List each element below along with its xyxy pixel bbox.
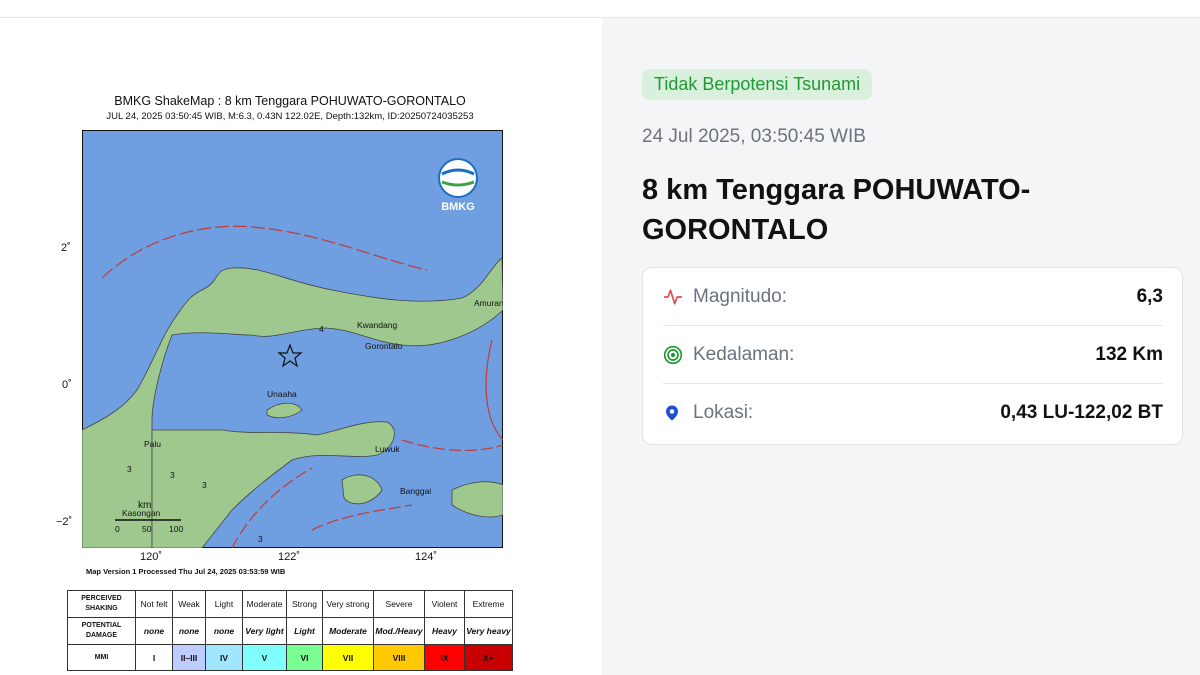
event-title: 8 km Tenggara POHUWATO-GORONTALO [642, 174, 1031, 246]
table-cell: Heavy [424, 617, 465, 645]
details-card: Magnitudo: 6,3 Kedalaman: 132 Km Lokasi:… [642, 267, 1183, 445]
mmi-cell: X+ [464, 644, 513, 671]
mmi-cell: IV [205, 644, 243, 671]
scale-tick: 100 [169, 524, 183, 534]
table-cell: Weak [172, 590, 206, 618]
x-tick: 124˚ [415, 551, 438, 563]
mmi-cell: II–III [172, 644, 206, 671]
intensity-label: 3 [127, 464, 132, 474]
table-cell: Not felt [135, 590, 173, 618]
shaking-row: PERCEIVED SHAKING Not felt Weak Light Mo… [67, 590, 513, 618]
table-header-cell: POTENTIAL DAMAGE [67, 617, 136, 645]
location-label: Lokasi: [693, 402, 754, 423]
earthquake-info-panel: Tidak Berpotensi Tsunami 24 Jul 2025, 03… [602, 18, 1200, 675]
scale-tick: 0 [115, 524, 120, 534]
scale-km-label: km [138, 500, 151, 511]
mmi-row: MMI I II–III IV V VI VII VIII IX X+ [67, 644, 513, 671]
bmkg-logo-text: BMKG [441, 201, 475, 213]
table-cell: none [172, 617, 206, 645]
table-cell: Mod./Heavy [373, 617, 425, 645]
mmi-cell: IX [424, 644, 465, 671]
magnitude-value: 6,3 [1136, 285, 1163, 307]
intensity-label: 3 [170, 470, 175, 480]
table-cell: Light [286, 617, 323, 645]
table-cell: Moderate [242, 590, 287, 618]
table-cell: Extreme [464, 590, 513, 618]
activity-icon [663, 286, 693, 308]
damage-row: POTENTIAL DAMAGE none none none Very lig… [67, 617, 513, 645]
table-cell: none [205, 617, 243, 645]
depth-label: Kedalaman: [693, 343, 795, 365]
mmi-cell: VIII [373, 644, 425, 671]
place-label: Gorontalo [365, 341, 403, 351]
process-line: Map Version 1 Processed Thu Jul 24, 2025… [86, 567, 286, 576]
magnitude-label: Magnitudo: [693, 285, 788, 307]
mmi-cell: VI [286, 644, 323, 671]
intensity-label: 4 [319, 324, 324, 334]
place-label: Banggai [400, 486, 431, 496]
table-cell: Violent [424, 590, 465, 618]
place-label: Kwandang [357, 320, 397, 330]
top-bar [0, 0, 1200, 18]
table-cell: Very strong [322, 590, 374, 618]
target-icon [663, 344, 693, 366]
mmi-cell: V [242, 644, 287, 671]
table-cell: Very light [242, 617, 287, 645]
y-tick: −2˚ [56, 516, 73, 528]
mmi-legend-table: PERCEIVED SHAKING Not felt Weak Light Mo… [67, 590, 513, 671]
event-datetime: 24 Jul 2025, 03:50:45 WIB [642, 126, 866, 147]
table-cell: Moderate [322, 617, 374, 645]
y-tick: 0˚ [62, 379, 72, 391]
table-cell: none [135, 617, 173, 645]
place-label: Luwuk [375, 444, 400, 454]
tsunami-status-badge: Tidak Berpotensi Tsunami [642, 69, 873, 100]
shakemap-subtitle: JUL 24, 2025 03:50:45 WIB, M:6.3, 0.43N … [106, 111, 474, 122]
shakemap-map: BMKG Kwandang Gorontalo Unaaha Palu Luwu… [82, 130, 503, 548]
intensity-label: 3 [258, 534, 263, 544]
place-label: Unaaha [267, 389, 297, 399]
table-cell: Strong [286, 590, 323, 618]
mmi-cell: VII [322, 644, 374, 671]
shakemap-panel: BMKG ShakeMap : 8 km Tenggara POHUWATO-G… [0, 18, 602, 675]
scale-tick: 50 [142, 524, 152, 534]
shakemap-title: BMKG ShakeMap : 8 km Tenggara POHUWATO-G… [114, 94, 466, 108]
depth-row: Kedalaman: 132 Km [663, 326, 1163, 384]
intensity-label: 3 [202, 480, 207, 490]
magnitude-row: Magnitudo: 6,3 [663, 268, 1163, 326]
y-tick: 2˚ [61, 242, 71, 254]
mmi-cell: I [135, 644, 173, 671]
place-label: Palu [144, 439, 161, 449]
x-tick: 122˚ [278, 551, 301, 563]
table-cell: Very heavy [464, 617, 513, 645]
table-header-cell: MMI [67, 644, 136, 671]
location-row: Lokasi: 0,43 LU-122,02 BT [663, 384, 1163, 442]
table-header-cell: PERCEIVED SHAKING [67, 590, 136, 618]
location-value: 0,43 LU-122,02 BT [1000, 402, 1163, 423]
depth-value: 132 Km [1095, 343, 1163, 365]
place-label: Amurang [474, 298, 503, 308]
location-pin-icon [663, 402, 693, 424]
x-tick: 120˚ [140, 551, 163, 563]
table-cell: Light [205, 590, 243, 618]
table-cell: Severe [373, 590, 425, 618]
